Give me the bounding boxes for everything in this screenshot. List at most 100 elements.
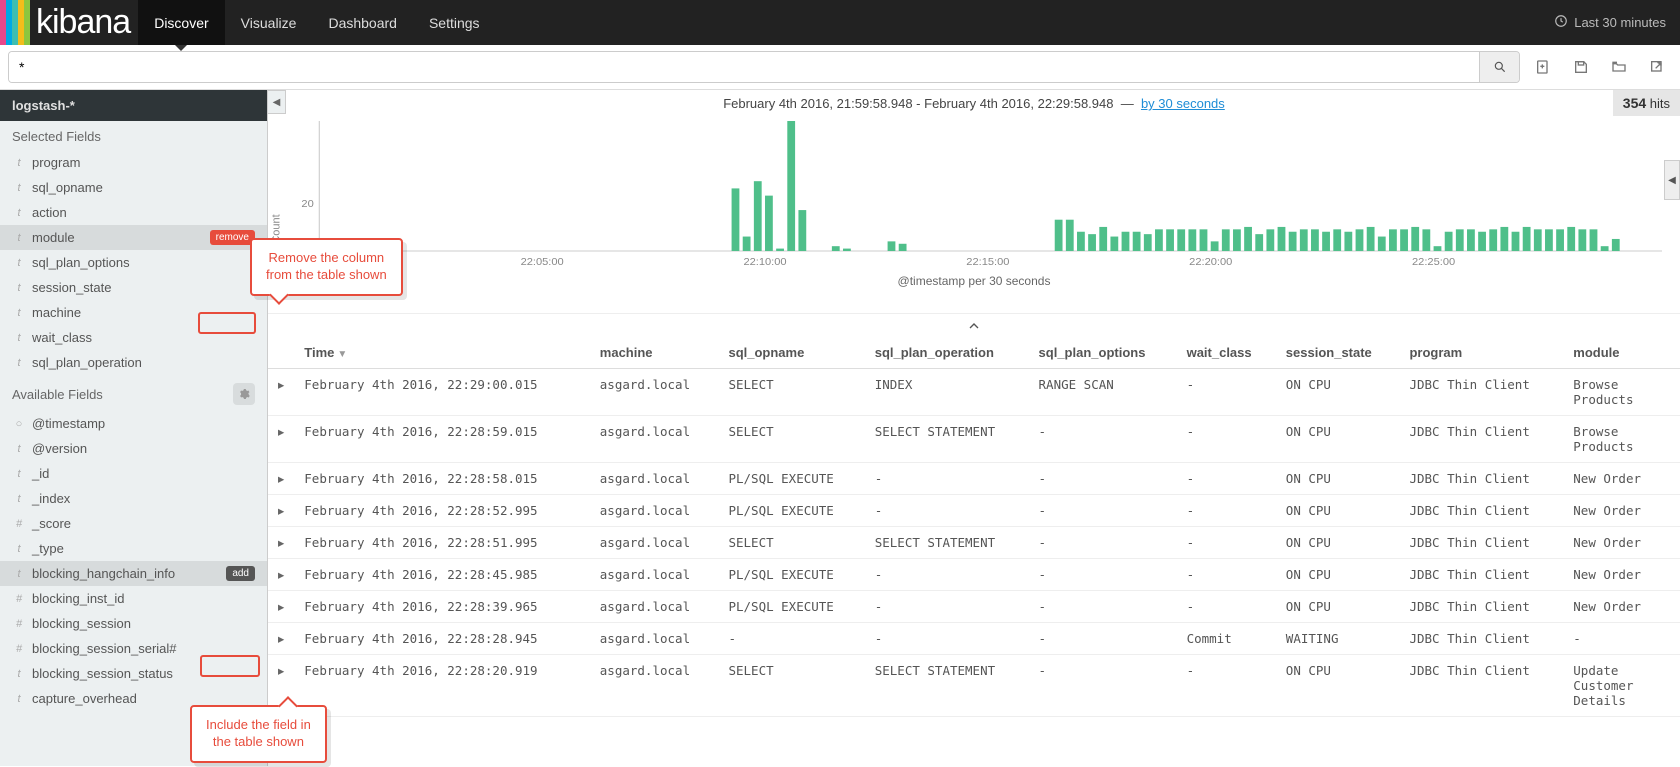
table-row: ▸February 4th 2016, 22:28:58.015asgard.l… <box>268 463 1680 495</box>
cell: PL/SQL EXECUTE <box>718 463 864 495</box>
load-icon[interactable] <box>1604 52 1634 82</box>
nav-dashboard[interactable]: Dashboard <box>312 0 413 45</box>
search-wrap <box>8 51 1520 83</box>
col-sql_plan_options[interactable]: sql_plan_options <box>1029 337 1177 369</box>
field-@version[interactable]: t@version <box>0 436 267 461</box>
cell: - <box>1563 623 1680 655</box>
field-label: _index <box>32 491 70 506</box>
field-machine[interactable]: tmachine <box>0 300 267 325</box>
nav-settings[interactable]: Settings <box>413 0 496 45</box>
field-sql_plan_operation[interactable]: tsql_plan_operation <box>0 350 267 375</box>
field-label: blocking_hangchain_info <box>32 566 175 581</box>
expand-row-icon[interactable]: ▸ <box>268 559 294 591</box>
field-type-icon: t <box>12 357 26 369</box>
cell: - <box>718 623 864 655</box>
col-Time[interactable]: Time▼ <box>294 337 590 369</box>
table-row: ▸February 4th 2016, 22:28:51.995asgard.l… <box>268 527 1680 559</box>
time-picker[interactable]: Last 30 minutes <box>1554 0 1680 45</box>
cell: SELECT <box>718 416 864 463</box>
histogram-chart[interactable]: Count 02022:05:0022:10:0022:15:0022:20:0… <box>268 113 1680 313</box>
field-program[interactable]: tprogram <box>0 150 267 175</box>
share-icon[interactable] <box>1642 52 1672 82</box>
cell: February 4th 2016, 22:29:00.015 <box>294 369 590 416</box>
cell: asgard.local <box>590 527 719 559</box>
field-action[interactable]: taction <box>0 200 267 225</box>
sidebar-collapse-icon[interactable]: ◀ <box>268 90 286 114</box>
cell: - <box>1029 416 1177 463</box>
gear-icon[interactable] <box>233 383 255 405</box>
field-blocking_session_serial#[interactable]: #blocking_session_serial# <box>0 636 267 661</box>
cell: New Order <box>1563 527 1680 559</box>
new-search-icon[interactable] <box>1528 52 1558 82</box>
field-@timestamp[interactable]: ○@timestamp <box>0 411 267 436</box>
remove-field-button[interactable]: remove <box>210 230 255 245</box>
cell: SELECT STATEMENT <box>865 416 1029 463</box>
search-input[interactable] <box>9 52 1479 82</box>
field-label: capture_overhead <box>32 691 137 706</box>
field-blocking_session[interactable]: #blocking_session <box>0 611 267 636</box>
nav-tabs: DiscoverVisualizeDashboardSettings <box>138 0 495 45</box>
expand-row-icon[interactable]: ▸ <box>268 416 294 463</box>
cell: - <box>865 559 1029 591</box>
cell: asgard.local <box>590 369 719 416</box>
col-module[interactable]: module <box>1563 337 1680 369</box>
cell: Update Customer Details <box>1563 655 1680 717</box>
logo-stripes <box>0 0 30 45</box>
field-type-icon: # <box>12 618 26 630</box>
doc-table: Time▼machinesql_opnamesql_plan_operation… <box>268 337 1680 766</box>
cell: - <box>1029 559 1177 591</box>
field-label: session_state <box>32 280 112 295</box>
cell: RANGE SCAN <box>1029 369 1177 416</box>
index-pattern-title[interactable]: logstash-* <box>0 90 267 121</box>
cell: asgard.local <box>590 559 719 591</box>
search-button[interactable] <box>1479 52 1519 82</box>
expand-row-icon[interactable]: ▸ <box>268 623 294 655</box>
expand-row-icon[interactable]: ▸ <box>268 369 294 416</box>
search-icon <box>1493 60 1507 74</box>
interval-link[interactable]: by 30 seconds <box>1141 96 1225 111</box>
field-session_state[interactable]: tsession_state <box>0 275 267 300</box>
cell: asgard.local <box>590 591 719 623</box>
col-sql_opname[interactable]: sql_opname <box>718 337 864 369</box>
field-label: blocking_session_status <box>32 666 173 681</box>
field-blocking_inst_id[interactable]: #blocking_inst_id <box>0 586 267 611</box>
field-_index[interactable]: t_index <box>0 486 267 511</box>
field-_id[interactable]: t_id <box>0 461 267 486</box>
field-label: @version <box>32 441 87 456</box>
expand-row-icon[interactable]: ▸ <box>268 591 294 623</box>
field-blocking_session_status[interactable]: tblocking_session_status <box>0 661 267 686</box>
nav-visualize[interactable]: Visualize <box>225 0 313 45</box>
svg-text:22:25:00: 22:25:00 <box>1412 256 1455 267</box>
expand-row-icon[interactable]: ▸ <box>268 527 294 559</box>
col-session_state[interactable]: session_state <box>1276 337 1400 369</box>
field-blocking_hangchain_info[interactable]: tblocking_hangchain_infoadd <box>0 561 267 586</box>
nav-discover[interactable]: Discover <box>138 0 224 45</box>
cell: WAITING <box>1276 623 1400 655</box>
cell: ON CPU <box>1276 559 1400 591</box>
cell: Commit <box>1177 623 1276 655</box>
field-type-icon: t <box>12 468 26 480</box>
cell: JDBC Thin Client <box>1399 416 1563 463</box>
cell: ON CPU <box>1276 655 1400 717</box>
cell: - <box>1177 591 1276 623</box>
cell: Browse Products <box>1563 416 1680 463</box>
field-sql_plan_options[interactable]: tsql_plan_options <box>0 250 267 275</box>
cell: - <box>865 623 1029 655</box>
add-field-button[interactable]: add <box>226 566 255 581</box>
cell: Browse Products <box>1563 369 1680 416</box>
field-_type[interactable]: t_type <box>0 536 267 561</box>
field-label: @timestamp <box>32 416 105 431</box>
col-machine[interactable]: machine <box>590 337 719 369</box>
save-icon[interactable] <box>1566 52 1596 82</box>
col-sql_plan_operation[interactable]: sql_plan_operation <box>865 337 1029 369</box>
svg-text:22:05:00: 22:05:00 <box>521 256 564 267</box>
collapse-chart-icon[interactable] <box>268 313 1680 337</box>
col-program[interactable]: program <box>1399 337 1563 369</box>
field-sql_opname[interactable]: tsql_opname <box>0 175 267 200</box>
col-wait_class[interactable]: wait_class <box>1177 337 1276 369</box>
field-_score[interactable]: #_score <box>0 511 267 536</box>
field-wait_class[interactable]: twait_class <box>0 325 267 350</box>
expand-row-icon[interactable]: ▸ <box>268 463 294 495</box>
field-module[interactable]: tmoduleremove <box>0 225 267 250</box>
expand-row-icon[interactable]: ▸ <box>268 495 294 527</box>
